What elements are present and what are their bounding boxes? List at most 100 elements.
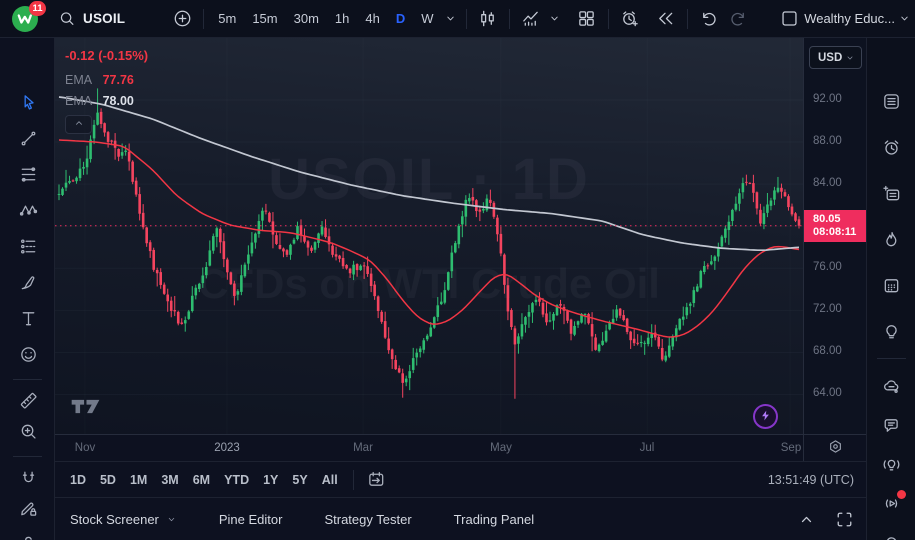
toolbar-divider [13,379,42,380]
indicators-button[interactable] [516,4,546,34]
symbol-search-button[interactable]: USOIL [58,4,125,34]
boost-button[interactable] [753,404,778,429]
bar-replay-button[interactable] [651,4,681,34]
tab-label: Trading Panel [454,512,534,527]
save-layout-icon[interactable] [774,4,804,34]
undo-button[interactable] [694,4,724,34]
bell-icon [882,535,901,540]
timeframe-group: 5m 15m 30m 1h 4h D W [210,4,459,34]
gear-icon [827,438,844,460]
timeframe-5m-button[interactable]: 5m [210,6,244,31]
timeframe-menu-chevron-icon[interactable] [442,4,460,34]
tradingview-logo-icon[interactable] [69,396,103,422]
toolbar-separator [466,9,467,29]
brush-icon [19,273,38,297]
timeframe-30m-button[interactable]: 30m [286,6,327,31]
range-1y-button[interactable]: 1Y [256,468,285,492]
last-price-value: 80.05 [813,213,866,226]
main-menu-button[interactable]: 11 [0,0,52,38]
redo-button[interactable] [724,4,754,34]
timeframe-1h-button[interactable]: 1h [327,6,357,31]
go-to-date-button[interactable] [362,465,392,495]
tool-measure-button[interactable] [16,391,40,415]
add-symbol-button[interactable] [167,4,197,34]
range-3m-button[interactable]: 3M [154,468,185,492]
notes-button[interactable] [879,183,904,208]
tab-label: Stock Screener [70,512,159,527]
price-axis[interactable]: USD 92.00 88.00 84.00 76.00 72.00 68.00 … [803,38,866,434]
tool-trend-line-button[interactable] [16,129,40,153]
timeframe-1d-button[interactable]: D [388,6,413,31]
tool-xabcd-pattern-button[interactable] [16,201,40,225]
chevron-down-icon [166,514,177,525]
streams-button[interactable] [879,493,904,518]
magnet-mode-button[interactable] [16,469,40,493]
notifications-button[interactable] [879,534,904,540]
create-alert-button[interactable] [615,4,645,34]
flame-icon [882,230,901,254]
currency-selector[interactable]: USD [809,46,862,69]
alarm-clock-icon [882,138,901,162]
layout-menu-chevron-icon[interactable] [895,4,913,34]
panel-controls [794,498,856,540]
range-6m-button[interactable]: 6M [186,468,217,492]
hotlists-button[interactable] [879,229,904,254]
notification-badge: 11 [29,1,46,16]
server-clock[interactable]: 13:51:49 (UTC) [768,473,854,487]
timeframe-1w-button[interactable]: W [413,6,441,31]
range-5y-button[interactable]: 5Y [285,468,314,492]
time-axis[interactable]: Nov 2023 Mar May Jul Sep [55,434,866,461]
tab-pine-editor[interactable]: Pine Editor [219,512,283,527]
thought-cloud-icon [882,377,901,401]
expand-panel-button[interactable] [794,508,818,532]
tab-stock-screener[interactable]: Stock Screener [70,512,177,527]
toolbar-separator [687,9,688,29]
lightning-bolt-icon [759,409,772,425]
tool-zoom-in-button[interactable] [16,422,40,446]
tool-cursor-button[interactable] [16,93,40,117]
price-tick: 84.00 [813,177,842,191]
tab-strategy-tester[interactable]: Strategy Tester [324,512,411,527]
right-panel-toolbar [866,38,915,540]
indicator-row-ema-slow[interactable]: EMA 78.00 [65,94,148,108]
tool-text-button[interactable] [16,309,40,333]
chat-button[interactable] [879,415,904,440]
lightbulb-icon [882,322,901,346]
tool-emoji-button[interactable] [16,345,40,369]
axis-separator [803,435,804,462]
chat-icon [882,416,901,440]
layout-grid-button[interactable] [572,4,602,34]
timeframe-4h-button[interactable]: 4h [357,6,387,31]
maximize-panel-button[interactable] [832,508,856,532]
minds-button[interactable] [879,376,904,401]
toolbar-separator [203,9,204,29]
lock-all-drawings-button[interactable] [16,534,40,540]
indicator-row-ema-fast[interactable]: EMA 77.76 [65,73,148,87]
live-ideas-button[interactable] [879,454,904,479]
range-ytd-button[interactable]: YTD [217,468,256,492]
tool-forecast-button[interactable] [16,237,40,261]
trend-line-icon [19,129,38,153]
indicator-templates-chevron-icon[interactable] [546,4,564,34]
range-5d-button[interactable]: 5D [93,468,123,492]
range-all-button[interactable]: All [315,468,345,492]
unlock-icon [19,534,38,540]
time-tick: May [490,442,512,454]
timeframe-15m-button[interactable]: 15m [244,6,285,31]
tool-fib-retracement-button[interactable] [16,165,40,189]
range-1m-button[interactable]: 1M [123,468,154,492]
legend-collapse-button[interactable] [65,115,92,134]
tab-trading-panel[interactable]: Trading Panel [454,512,534,527]
chevron-up-icon [73,116,85,134]
drawing-edit-lock-button[interactable] [16,499,40,523]
calendar-button[interactable] [879,275,904,300]
chart-canvas[interactable] [55,38,803,434]
watchlist-button[interactable] [879,91,904,116]
tool-brush-button[interactable] [16,273,40,297]
range-1d-button[interactable]: 1D [63,468,93,492]
chart-style-button[interactable] [473,4,503,34]
alerts-button[interactable] [879,137,904,162]
ideas-button[interactable] [879,321,904,346]
layout-name[interactable]: Wealthy Educ... [804,11,895,26]
chart-settings-gear-button[interactable] [823,438,847,460]
